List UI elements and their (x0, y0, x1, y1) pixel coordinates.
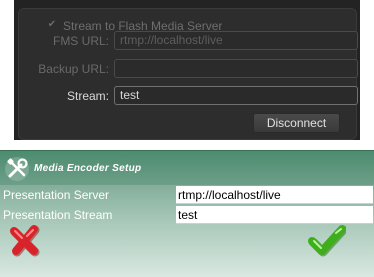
presentation-server-input[interactable]: rtmp://localhost/live (176, 186, 373, 204)
stream-fieldset: ✔ Stream to Flash Media Server FMS URL: … (18, 8, 358, 140)
presentation-stream-input[interactable]: test (176, 206, 373, 224)
ok-checkmark-icon[interactable] (308, 223, 346, 257)
presentation-server-row: Presentation Server rtmp://localhost/liv… (0, 186, 374, 204)
stream-name-field[interactable]: test (114, 86, 358, 105)
backup-url-field[interactable] (114, 59, 358, 78)
presentation-server-label: Presentation Server (3, 188, 110, 202)
dialog-header: Media Encoder Setup (0, 151, 374, 185)
disconnect-button[interactable]: Disconnect (253, 113, 340, 133)
stream-checkbox[interactable]: ✔ (47, 20, 57, 30)
tools-icon (5, 157, 29, 181)
stream-name-label: Stream: (66, 89, 109, 103)
media-encoder-setup-dialog: Media Encoder Setup Presentation Server … (0, 150, 374, 277)
fms-url-label: FMS URL: (52, 34, 109, 48)
backup-url-label: Backup URL: (38, 62, 109, 76)
fms-url-field[interactable]: rtmp://localhost/live (114, 31, 358, 50)
dialog-title: Media Encoder Setup (34, 163, 142, 174)
fms-stream-panel: ✔ Stream to Flash Media Server FMS URL: … (14, 0, 360, 140)
presentation-stream-row: Presentation Stream test (0, 206, 374, 224)
cancel-icon[interactable] (8, 223, 42, 257)
presentation-stream-label: Presentation Stream (3, 208, 113, 222)
